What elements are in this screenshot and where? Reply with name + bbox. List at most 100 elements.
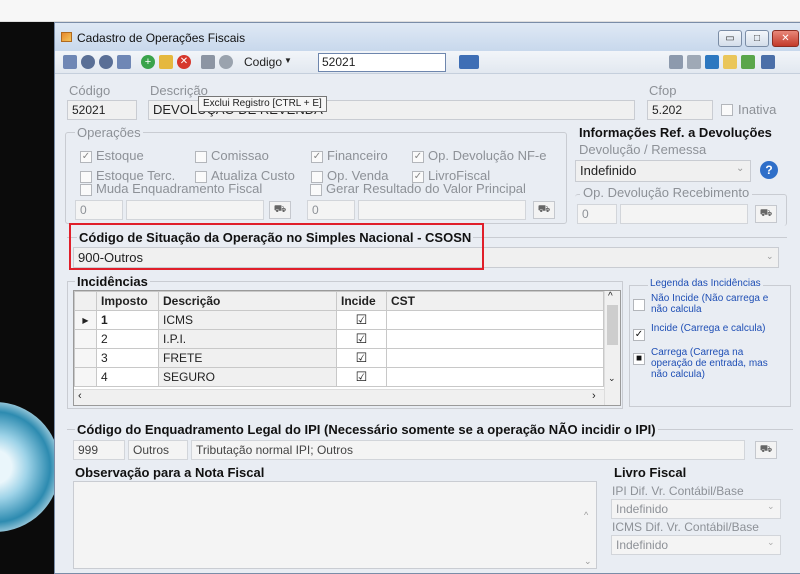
cell-descricao[interactable]: FRETE (158, 348, 337, 368)
scroll-up-icon[interactable]: ^ (584, 510, 588, 520)
chevron-down-icon[interactable]: ⌄ (736, 163, 744, 174)
muda-code-field[interactable]: 0 (75, 200, 123, 220)
last-record-icon[interactable] (117, 55, 131, 69)
cell-descricao[interactable]: ICMS (158, 310, 337, 330)
muda-lookup-icon[interactable]: ⛟ (269, 201, 291, 219)
cell-cst[interactable] (386, 348, 604, 368)
row-selector[interactable] (74, 348, 97, 368)
scroll-down-icon[interactable]: ⌄ (608, 373, 616, 384)
exit-icon[interactable] (761, 55, 775, 69)
cell-imposto[interactable]: 4 (96, 367, 159, 387)
incidencias-grid[interactable]: Imposto Descrição Incide CST ▶ 1 ICMS ☑ 2 I.P… (73, 290, 621, 406)
first-record-icon[interactable] (63, 55, 77, 69)
muda-desc-field[interactable] (126, 200, 264, 220)
gerar-code-field[interactable]: 0 (307, 200, 355, 220)
codigo-field[interactable]: 52021 (67, 100, 137, 120)
cell-cst[interactable] (386, 310, 604, 330)
title-bar[interactable]: Cadastro de Operações Fiscais ▭ □ ✕ (55, 23, 800, 51)
row-selector[interactable] (74, 367, 97, 387)
download-icon[interactable] (741, 55, 755, 69)
cell-incide[interactable]: ☑ (336, 329, 387, 349)
cell-descricao[interactable]: SEGURO (158, 367, 337, 387)
livro-icms-select[interactable]: Indefinido (611, 535, 781, 555)
horizontal-scrollbar[interactable]: ‹ › (74, 389, 604, 405)
scroll-left-icon[interactable]: ‹ (78, 390, 82, 402)
operacoes-checkbox[interactable]: ✓ (412, 171, 424, 183)
search-go-icon[interactable] (459, 55, 479, 69)
operacoes-checkbox[interactable] (195, 151, 207, 163)
ipi-group-field[interactable]: Outros (128, 440, 188, 460)
legend-checkbox (633, 299, 645, 311)
operacoes-checkbox[interactable]: ✓ (80, 151, 92, 163)
cell-imposto[interactable]: 1 (96, 310, 159, 330)
devolucao-remessa-select[interactable]: Indefinido (575, 160, 751, 182)
cell-imposto[interactable]: 3 (96, 348, 159, 368)
search-input[interactable]: 52021 (318, 53, 446, 72)
ipi-lookup-icon[interactable]: ⛟ (755, 441, 777, 459)
background-bar (0, 0, 800, 22)
gerar-desc-field[interactable] (358, 200, 526, 220)
table-row[interactable]: 4 SEGURO ☑ (74, 367, 604, 387)
chevron-down-icon[interactable]: ⌄ (767, 501, 775, 512)
edit-icon[interactable] (159, 55, 173, 69)
col-cst[interactable]: CST (386, 291, 604, 311)
maximize-button[interactable]: □ (745, 30, 769, 47)
ipi-description-field[interactable]: Tributação normal IPI; Outros (191, 440, 745, 460)
save-icon[interactable] (201, 55, 215, 69)
gerar-lookup-icon[interactable]: ⛟ (533, 201, 555, 219)
help-icon[interactable]: ? (760, 161, 778, 179)
operacoes-checkbox-label: Atualiza Custo (211, 168, 295, 183)
table-row[interactable]: 3 FRETE ☑ (74, 348, 604, 368)
refresh-icon[interactable] (705, 55, 719, 69)
report-icon[interactable] (669, 55, 683, 69)
observacao-textarea[interactable]: ^ ⌄ (73, 481, 597, 569)
scroll-up-icon[interactable]: ^ (608, 291, 613, 302)
chevron-down-icon[interactable]: ⌄ (766, 251, 774, 262)
close-button[interactable]: ✕ (772, 30, 799, 47)
operacoes-checkbox[interactable]: ✓ (311, 151, 323, 163)
ipi-code-field[interactable]: 999 (73, 440, 125, 460)
tools-icon[interactable] (687, 55, 701, 69)
chevron-down-icon[interactable]: ▼ (284, 56, 292, 65)
operacoes-checkbox-label: Op. Devolução NF-e (428, 148, 547, 163)
col-imposto[interactable]: Imposto (96, 291, 159, 311)
operacoes-checkbox[interactable]: ✓ (412, 151, 424, 163)
cell-cst[interactable] (386, 329, 604, 349)
cell-cst[interactable] (386, 367, 604, 387)
chevron-down-icon[interactable]: ⌄ (767, 537, 775, 548)
receb-lookup-icon[interactable]: ⛟ (755, 205, 777, 223)
cell-incide[interactable]: ☑ (336, 310, 387, 330)
cell-imposto[interactable]: 2 (96, 329, 159, 349)
undo-icon[interactable] (219, 55, 233, 69)
receb-code-field[interactable]: 0 (577, 204, 617, 224)
previous-record-icon[interactable] (81, 55, 95, 69)
table-row[interactable]: ▶ 1 ICMS ☑ (74, 310, 604, 330)
receb-desc-field[interactable] (620, 204, 748, 224)
muda-checkbox[interactable] (80, 184, 92, 196)
notes-icon[interactable] (723, 55, 737, 69)
inativa-checkbox[interactable] (721, 104, 733, 116)
operacoes-checkbox[interactable] (80, 171, 92, 183)
scroll-thumb[interactable] (607, 305, 618, 345)
col-incide[interactable]: Incide (336, 291, 387, 311)
livro-ipi-select[interactable]: Indefinido (611, 499, 781, 519)
cell-descricao[interactable]: I.P.I. (158, 329, 337, 349)
legend-text: Não Incide (Não carrega e não calcula (651, 293, 769, 315)
add-icon[interactable]: + (141, 55, 155, 69)
vertical-scrollbar[interactable]: ^ ⌄ (604, 291, 620, 405)
cell-incide[interactable]: ☑ (336, 367, 387, 387)
scroll-down-icon[interactable]: ⌄ (584, 556, 592, 567)
delete-icon[interactable]: ✕ (177, 55, 191, 69)
cfop-field[interactable]: 5.202 (647, 100, 713, 120)
scroll-right-icon[interactable]: › (592, 390, 596, 402)
next-record-icon[interactable] (99, 55, 113, 69)
gerar-checkbox[interactable] (310, 184, 322, 196)
table-row[interactable]: 2 I.P.I. ☑ (74, 329, 604, 349)
col-descricao[interactable]: Descrição (158, 291, 337, 311)
row-selector[interactable]: ▶ (74, 310, 97, 330)
operacoes-checkbox[interactable] (195, 171, 207, 183)
minimize-button[interactable]: ▭ (718, 30, 742, 47)
row-selector[interactable] (74, 329, 97, 349)
cell-incide[interactable]: ☑ (336, 348, 387, 368)
operacoes-checkbox[interactable] (311, 171, 323, 183)
